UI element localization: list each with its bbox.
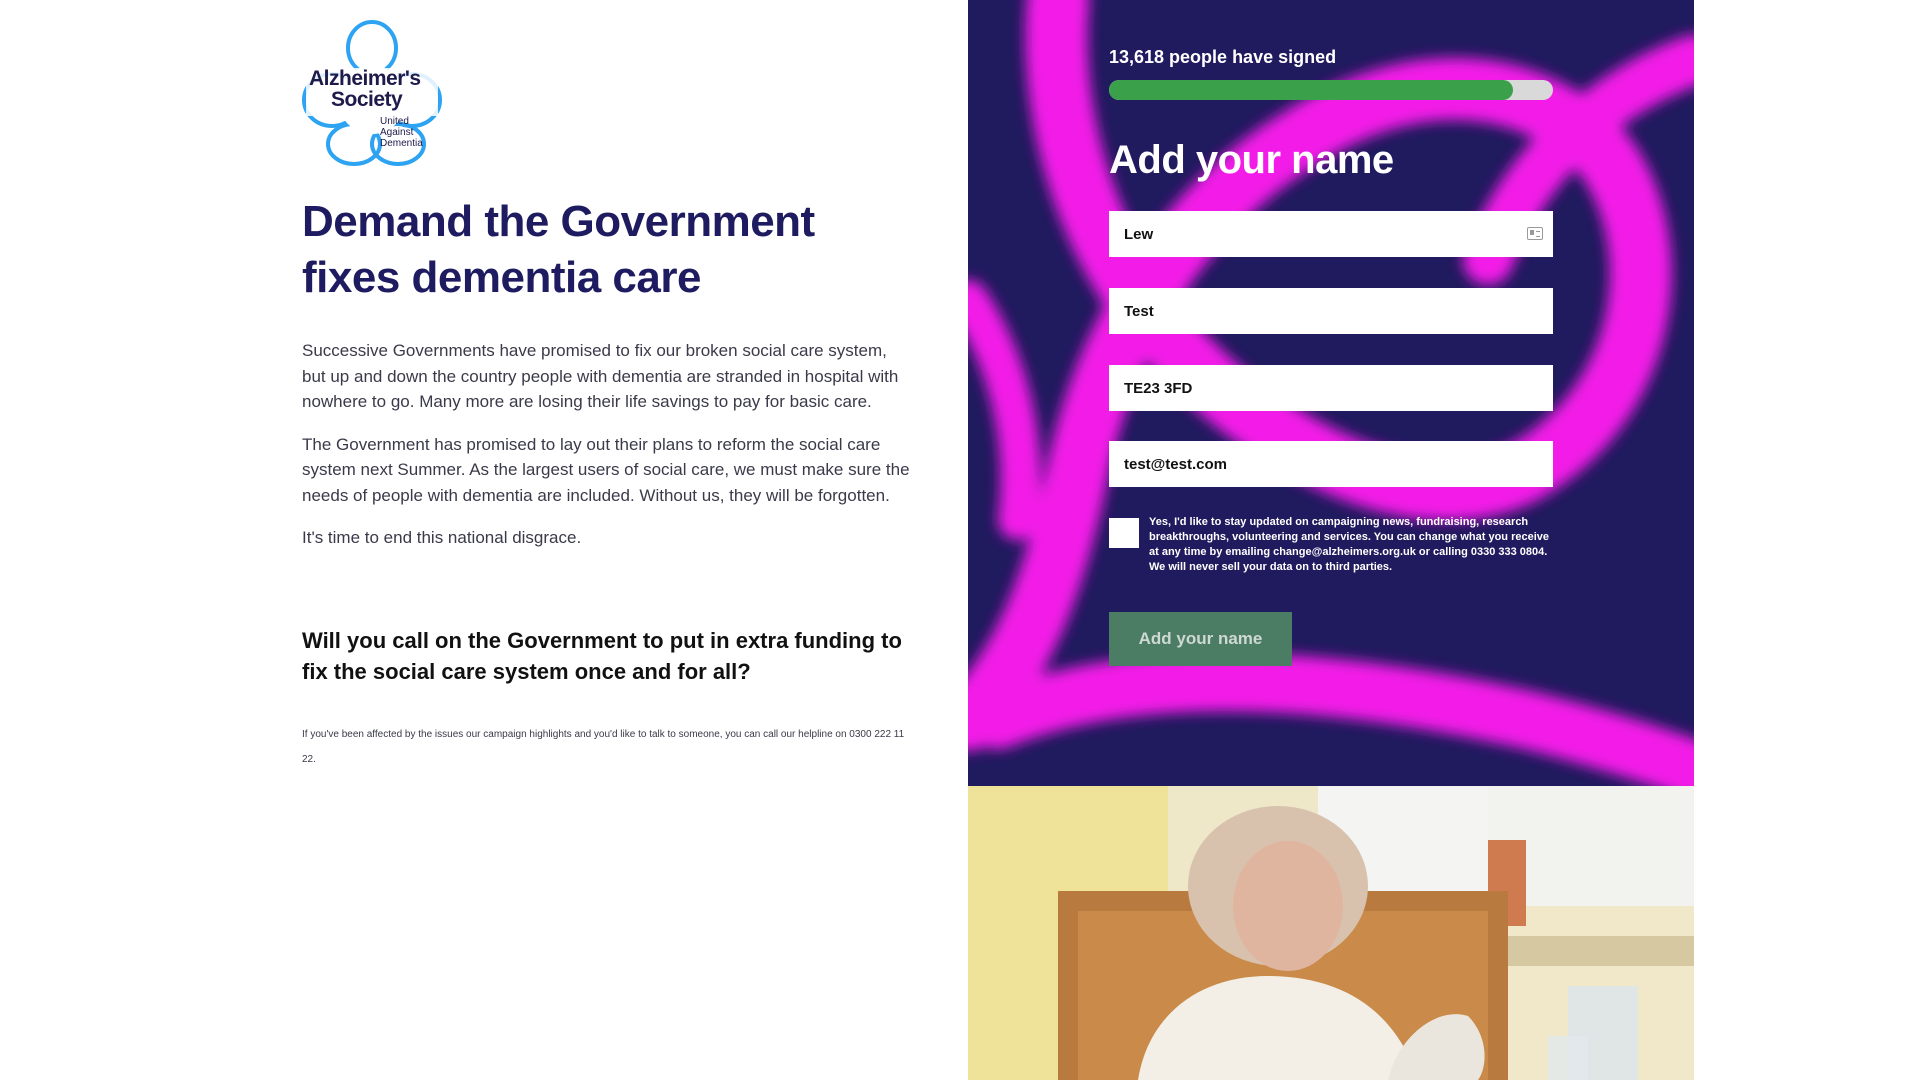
- first-name-input[interactable]: [1109, 211, 1553, 257]
- email-field[interactable]: [1109, 441, 1553, 487]
- email-input[interactable]: [1109, 441, 1553, 487]
- alzheimers-society-logo[interactable]: Alzheimer's Society United Against Demen…: [302, 20, 442, 166]
- last-name-input[interactable]: [1109, 288, 1553, 334]
- page-title: Demand the Government fixes dementia car…: [302, 197, 815, 302]
- photo-illustration: [968, 786, 1694, 1080]
- postcode-field[interactable]: [1109, 365, 1553, 411]
- campaign-content: Alzheimer's Society United Against Demen…: [302, 0, 912, 1080]
- postcode-input[interactable]: [1109, 365, 1553, 411]
- signature-progress-fill: [1109, 80, 1514, 100]
- last-name-field[interactable]: [1109, 288, 1553, 334]
- consent-checkbox[interactable]: [1109, 518, 1139, 548]
- campaign-photo-elderly-woman: [968, 786, 1694, 1080]
- paragraph-intro: Successive Governments have promised to …: [302, 341, 899, 411]
- paragraph-reform: The Government has promised to lay out t…: [302, 434, 910, 505]
- first-name-field[interactable]: [1109, 211, 1553, 257]
- form-title: Add your name: [1109, 138, 1394, 182]
- signature-progress-bar: [1109, 80, 1553, 100]
- consent-text: Yes, I'd like to stay updated on campaig…: [1149, 516, 1549, 573]
- petition-panel: 13,618 people have signed Add your name …: [968, 0, 1694, 786]
- helpline-note: If you've been affected by the issues ou…: [302, 729, 905, 765]
- signature-count: 13,618 people have signed: [1109, 47, 1337, 67]
- paragraph-disgrace: It's time to end this national disgrace.: [302, 528, 582, 547]
- petition-column: 13,618 people have signed Add your name …: [968, 0, 1694, 1080]
- contact-card-icon[interactable]: [1527, 227, 1543, 240]
- add-your-name-button[interactable]: Add your name: [1109, 612, 1292, 666]
- logo-text-alzheimers: Alzheimer's: [309, 67, 421, 90]
- call-to-action-question: Will you call on the Government to put i…: [302, 628, 902, 684]
- logo-text-society: Society: [331, 88, 403, 111]
- campaign-description: Successive Governments have promised to …: [302, 338, 912, 568]
- logo-tagline: United Against Dementia: [380, 116, 423, 149]
